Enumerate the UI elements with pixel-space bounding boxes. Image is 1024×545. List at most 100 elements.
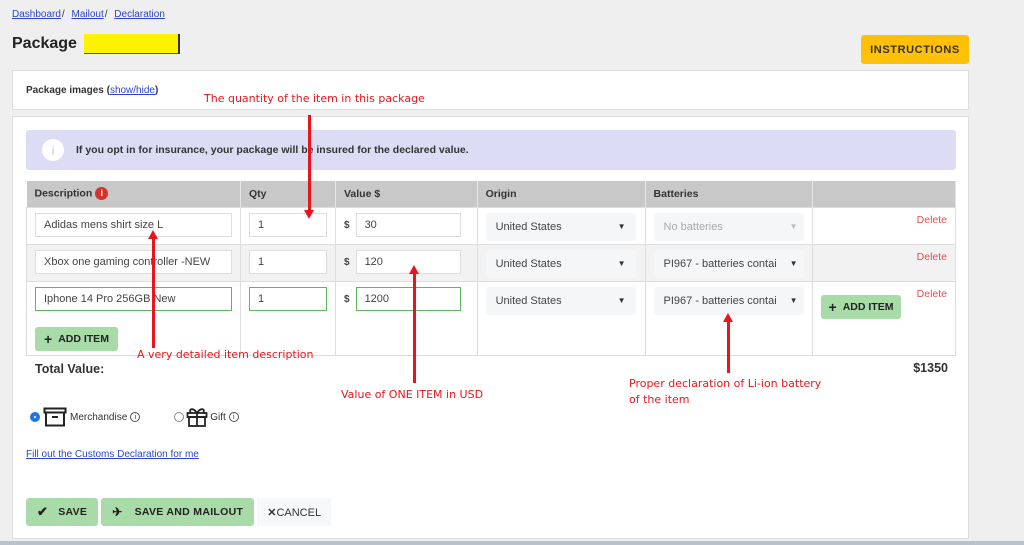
instructions-button[interactable]: INSTRUCTIONS [861, 35, 969, 64]
fill-customs-link[interactable]: Fill out the Customs Declaration for me [26, 449, 199, 460]
insurance-banner: i If you opt in for insurance, your pack… [26, 130, 956, 170]
header-batteries: Batteries [645, 181, 813, 207]
batteries-value: PI967 - batteries contai [663, 257, 777, 270]
insurance-banner-text: If you opt in for insurance, your packag… [76, 144, 469, 156]
caret-down-icon: ▼ [617, 296, 626, 305]
merchandise-label: Merchandise [70, 411, 128, 423]
package-images-text: Package images [26, 85, 104, 96]
radio-button[interactable] [30, 412, 40, 422]
qty-input[interactable] [249, 249, 327, 274]
annotation-arrow [727, 321, 730, 373]
save-and-mailout-label: SAVE AND MAILOUT [134, 506, 244, 518]
annotation-battery: Proper declaration of Li-ion battery of … [629, 376, 821, 408]
page-title-text: Package [12, 35, 77, 52]
header-qty: Qty [240, 181, 336, 207]
radio-merchandise[interactable]: Merchandise i [30, 407, 141, 427]
origin-select[interactable]: United States ▼ [485, 249, 636, 278]
header-description: Description i [26, 181, 241, 207]
annotation-description: A very detailed item description [137, 348, 314, 361]
caret-down-icon: ▼ [617, 259, 626, 268]
origin-value: United States [495, 257, 562, 270]
description-input[interactable] [35, 249, 232, 274]
currency-symbol: $ [344, 256, 350, 268]
description-info-icon[interactable]: i [95, 187, 109, 201]
package-images-label: Package images (show/hide) [26, 85, 159, 96]
batteries-value: PI967 - batteries contai [663, 294, 777, 307]
box-icon [43, 407, 67, 427]
add-item-button[interactable]: + ADD ITEM [820, 294, 902, 319]
batteries-select[interactable]: PI967 - batteries contai ▼ [653, 249, 804, 278]
batteries-value: No batteries [663, 220, 723, 233]
gift-icon [186, 408, 208, 427]
caret-down-icon: ▼ [617, 222, 626, 231]
annotation-battery-line1: Proper declaration of Li-ion battery [629, 377, 822, 390]
breadcrumb-mailout[interactable]: Mailout [71, 9, 103, 20]
delete-link[interactable]: Delete [917, 251, 947, 263]
delete-link[interactable]: Delete [917, 214, 947, 226]
origin-select[interactable]: United States ▼ [485, 286, 636, 315]
description-input[interactable] [35, 286, 232, 311]
bottom-scrollbar[interactable] [0, 541, 1024, 545]
mailout-icon: ✈ [112, 505, 123, 519]
check-icon: ✔ [37, 504, 49, 519]
radio-gift[interactable]: Gift i [174, 407, 239, 427]
table-header-row: Description i Qty Value $ Origin Batterie… [26, 181, 957, 207]
page-title: Package [12, 34, 180, 54]
origin-value: United States [495, 220, 562, 233]
total-value-label: Total Value: [35, 362, 105, 376]
add-item-label: ADD ITEM [842, 300, 894, 313]
value-input[interactable] [355, 286, 461, 311]
batteries-select[interactable]: PI967 - batteries contai ▼ [653, 286, 804, 315]
package-type-radios: Merchandise i Gift i [30, 407, 239, 427]
arrowhead-icon [723, 313, 733, 322]
header-origin: Origin [477, 181, 646, 207]
table-row: $ United States ▼ No batteries ▼ Delete [26, 206, 957, 245]
show-hide-link[interactable]: show/hide [110, 85, 155, 96]
batteries-select: No batteries ▼ [653, 212, 804, 241]
annotation-arrow [152, 238, 155, 348]
plus-icon: + [44, 330, 53, 347]
currency-symbol: $ [344, 219, 350, 231]
package-id-redaction [83, 34, 180, 54]
info-icon[interactable]: i [228, 412, 239, 422]
breadcrumb-dashboard[interactable]: Dashboard [12, 9, 61, 20]
annotation-qty: The quantity of the item in this package [204, 92, 425, 105]
breadcrumb-declaration[interactable]: Declaration [114, 9, 165, 20]
header-description-label: Description [34, 187, 93, 200]
save-button[interactable]: ✔ SAVE [26, 498, 99, 526]
currency-symbol: $ [344, 293, 350, 305]
caret-down-icon: ▼ [789, 222, 798, 231]
value-input[interactable] [355, 212, 461, 237]
form-actions: ✔ SAVE ✈ SAVE AND MAILOUT ✕CANCEL [26, 498, 332, 526]
description-input[interactable] [35, 212, 232, 237]
add-item-button[interactable]: + ADD ITEM [35, 326, 118, 351]
cancel-button[interactable]: ✕CANCEL [257, 498, 332, 526]
breadcrumb-separator: / [61, 9, 65, 20]
caret-down-icon: ▼ [789, 259, 798, 268]
arrowhead-icon [148, 230, 158, 239]
header-actions [812, 181, 957, 207]
caret-down-icon: ▼ [789, 296, 798, 305]
save-and-mailout-button[interactable]: ✈ SAVE AND MAILOUT [101, 498, 255, 526]
header-value: Value $ [335, 181, 478, 207]
delete-link[interactable]: Delete [917, 288, 947, 300]
declaration-card: i If you opt in for insurance, your pack… [12, 116, 969, 539]
qty-input[interactable] [249, 212, 327, 237]
table-row: + ADD ITEM $ United States ▼ PI967 - batte… [26, 280, 957, 356]
origin-select[interactable]: United States ▼ [485, 212, 636, 241]
arrowhead-icon [304, 210, 314, 219]
annotation-battery-line2: of the item [629, 393, 690, 406]
info-icon[interactable]: i [130, 412, 141, 422]
breadcrumb-separator: / [104, 9, 108, 20]
plus-icon: + [828, 298, 837, 315]
qty-input[interactable] [249, 286, 327, 311]
radio-button[interactable] [174, 412, 185, 422]
annotation-value: Value of ONE ITEM in USD [341, 388, 484, 401]
table-row: $ United States ▼ PI967 - batteries conta… [26, 243, 957, 282]
add-item-label: ADD ITEM [58, 332, 109, 345]
info-icon: i [42, 139, 64, 161]
total-value-amount: $1350 [913, 361, 948, 375]
origin-value: United States [495, 294, 562, 307]
cancel-label: CANCEL [276, 506, 322, 519]
package-images-card: Package images (show/hide) [12, 70, 969, 110]
